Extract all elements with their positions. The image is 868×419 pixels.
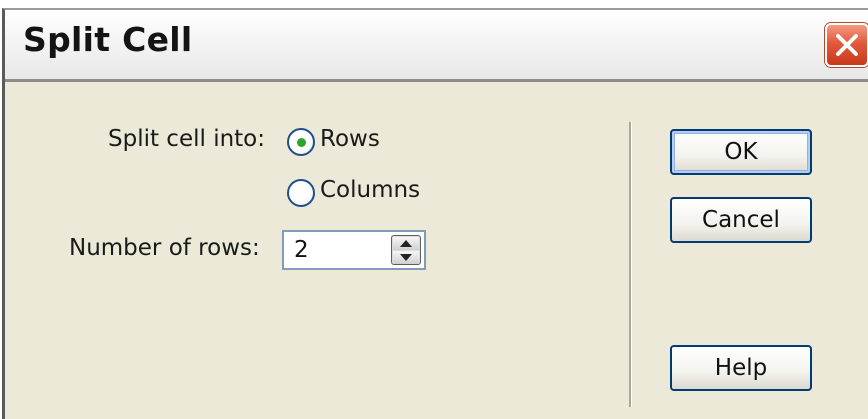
vertical-divider <box>629 122 632 407</box>
cancel-button[interactable]: Cancel <box>670 197 812 243</box>
title-bar[interactable]: Split Cell <box>5 10 868 82</box>
ok-button[interactable]: OK <box>670 129 812 175</box>
radio-columns[interactable] <box>287 179 315 207</box>
close-button[interactable] <box>825 23 868 67</box>
spin-down-button[interactable] <box>393 251 419 264</box>
split-cell-into-label: Split cell into: <box>108 126 266 152</box>
dialog-body: Split cell into: Rows Columns Number of … <box>5 82 868 419</box>
arrow-up-icon <box>400 240 412 247</box>
radio-selected-dot <box>297 138 306 147</box>
split-cell-dialog: Split Cell Split cell into: Rows Columns… <box>2 8 868 419</box>
radio-columns-label[interactable]: Columns <box>320 177 420 203</box>
radio-rows[interactable] <box>287 128 315 156</box>
number-of-rows-input[interactable]: 2 <box>294 237 309 263</box>
number-of-rows-label: Number of rows: <box>69 235 260 261</box>
spin-buttons <box>391 235 421 265</box>
arrow-down-icon <box>400 254 412 261</box>
number-of-rows-stepper[interactable]: 2 <box>282 230 426 270</box>
spin-up-button[interactable] <box>393 237 419 250</box>
radio-rows-label[interactable]: Rows <box>320 126 380 152</box>
dialog-title: Split Cell <box>23 20 193 59</box>
close-icon <box>836 34 858 56</box>
help-button[interactable]: Help <box>670 345 812 391</box>
